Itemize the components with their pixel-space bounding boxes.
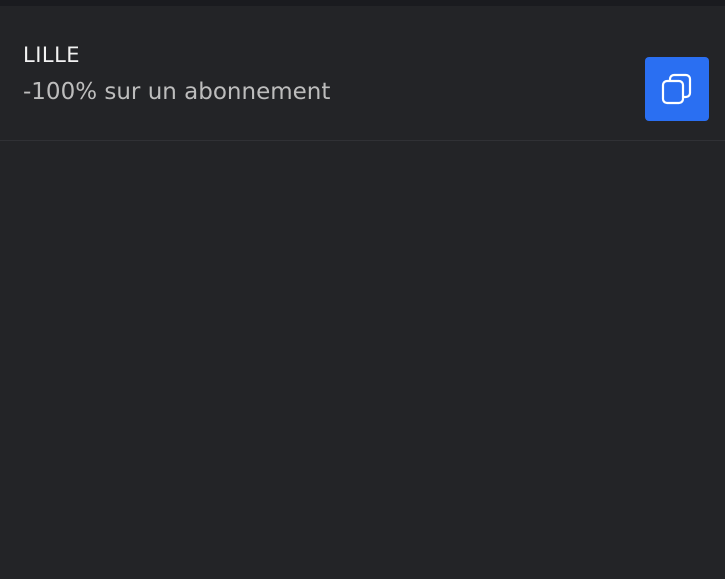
coupon-description: -100% sur un abonnement: [23, 79, 331, 105]
coupon-row: LILLE -100% sur un abonnement: [0, 6, 725, 141]
coupon-code: LILLE: [23, 43, 81, 67]
copy-button[interactable]: [645, 57, 709, 121]
copy-icon: [660, 72, 694, 106]
